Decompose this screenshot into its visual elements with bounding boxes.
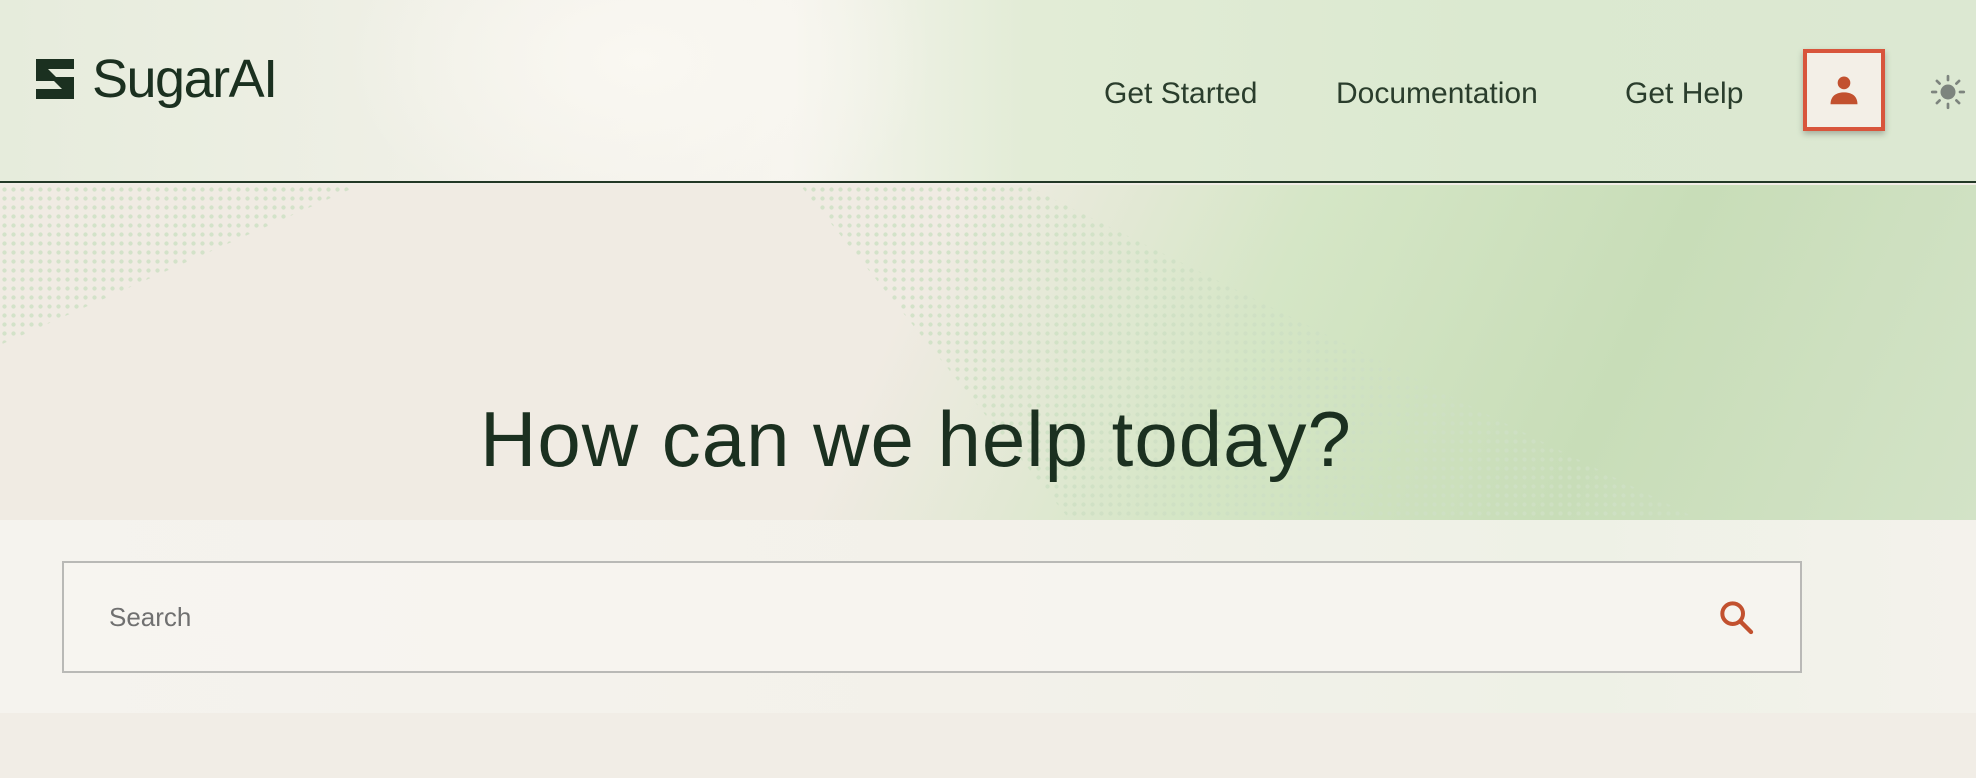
search-input[interactable] (64, 563, 1706, 671)
hero-section: How can we help today? (0, 185, 1976, 520)
site-header: SugarAI Get Started Documentation Get He… (0, 0, 1976, 183)
brand-logo-icon (36, 59, 74, 99)
hero-title: How can we help today? (480, 395, 1352, 483)
brand-logo-link[interactable]: SugarAI (32, 49, 278, 109)
search-box (62, 561, 1802, 673)
person-icon (1830, 76, 1858, 105)
account-button[interactable] (1803, 49, 1885, 131)
nav-get-help[interactable]: Get Help (1625, 74, 1743, 114)
decorative-dot-pattern (0, 185, 360, 345)
page: SugarAI Get Started Documentation Get He… (0, 0, 1976, 778)
brand-name: SugarAI (92, 49, 278, 109)
nav-get-started[interactable]: Get Started (1104, 74, 1257, 114)
search-section (0, 520, 1976, 713)
search-icon (1720, 601, 1754, 635)
search-button[interactable] (1706, 587, 1766, 647)
content-area (0, 713, 1976, 778)
sun-icon (1930, 74, 1966, 110)
theme-toggle-button[interactable] (1928, 72, 1968, 112)
nav-documentation[interactable]: Documentation (1336, 74, 1538, 114)
